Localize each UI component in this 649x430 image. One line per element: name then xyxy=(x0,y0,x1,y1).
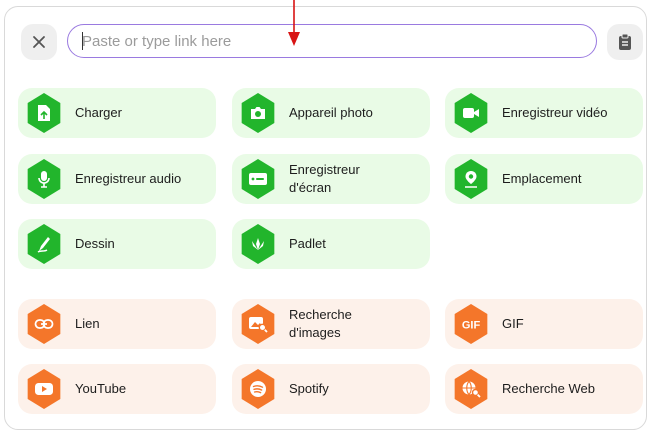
tile-label: Enregistreur vidéo xyxy=(502,105,608,120)
microphone-icon xyxy=(27,159,61,199)
tile-recherche-images[interactable]: Recherche d'images xyxy=(232,299,430,349)
tile-label: Enregistreur d'écran xyxy=(289,162,360,195)
tile-label: Charger xyxy=(75,105,122,120)
screen-recorder-icon xyxy=(241,159,275,199)
tile-lien[interactable]: Lien xyxy=(18,299,216,349)
clipboard-icon xyxy=(618,33,632,51)
tile-recherche-web[interactable]: Recherche Web xyxy=(445,364,643,414)
close-button[interactable] xyxy=(21,24,57,60)
upload-file-icon xyxy=(27,93,61,133)
youtube-icon xyxy=(27,369,61,409)
tile-label: Recherche Web xyxy=(502,381,595,396)
link-icon xyxy=(27,304,61,344)
tile-appareil-photo[interactable]: Appareil photo xyxy=(232,88,430,138)
gif-icon: GIF xyxy=(454,304,488,344)
drawing-icon xyxy=(27,224,61,264)
svg-text:GIF: GIF xyxy=(462,320,481,331)
tile-charger[interactable]: Charger xyxy=(18,88,216,138)
image-search-icon xyxy=(241,304,275,344)
tile-label: Emplacement xyxy=(502,171,582,186)
tile-label: Enregistreur audio xyxy=(75,171,182,186)
add-post-panel: Charger Appareil photo Enregistreur vidé… xyxy=(4,6,647,430)
camera-icon xyxy=(241,93,275,133)
tile-label: YouTube xyxy=(75,381,127,396)
link-input[interactable] xyxy=(67,24,597,58)
link-bar xyxy=(5,7,646,77)
tile-spotify[interactable]: Spotify xyxy=(232,364,430,414)
tile-enregistreur-audio[interactable]: Enregistreur audio xyxy=(18,154,216,204)
padlet-icon xyxy=(241,224,275,264)
tile-label: Lien xyxy=(75,316,100,331)
tile-padlet[interactable]: Padlet xyxy=(232,219,430,269)
map-pin-icon xyxy=(454,159,488,199)
spotify-icon xyxy=(241,369,275,409)
tile-emplacement[interactable]: Emplacement xyxy=(445,154,643,204)
paste-button[interactable] xyxy=(607,24,643,60)
tile-label: Recherche d'images xyxy=(289,307,352,340)
text-caret xyxy=(82,32,83,50)
tile-enregistreur-ecran[interactable]: Enregistreur d'écran xyxy=(232,154,430,204)
tile-label: GIF xyxy=(502,316,524,331)
tile-dessin[interactable]: Dessin xyxy=(18,219,216,269)
tile-label: Dessin xyxy=(75,236,115,251)
video-camera-icon xyxy=(454,93,488,133)
tile-label: Padlet xyxy=(289,236,326,251)
tile-label: Spotify xyxy=(289,381,329,396)
close-icon xyxy=(32,35,46,49)
tile-gif[interactable]: GIF GIF xyxy=(445,299,643,349)
tile-enregistreur-video[interactable]: Enregistreur vidéo xyxy=(445,88,643,138)
web-search-icon xyxy=(454,369,488,409)
tile-label: Appareil photo xyxy=(289,105,373,120)
tile-youtube[interactable]: YouTube xyxy=(18,364,216,414)
